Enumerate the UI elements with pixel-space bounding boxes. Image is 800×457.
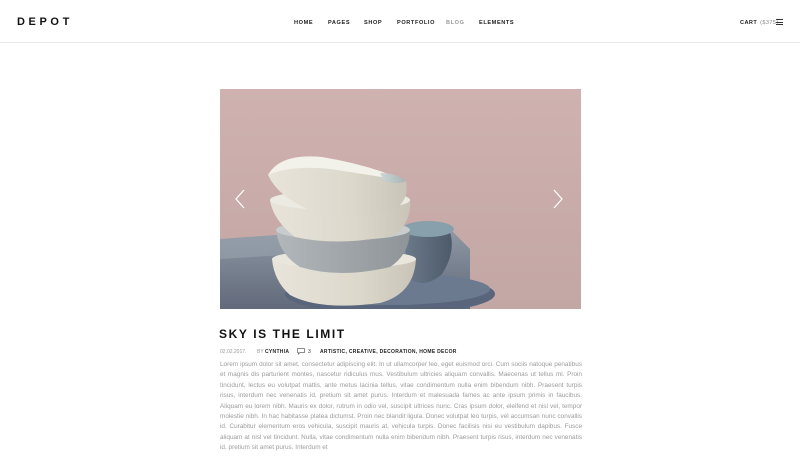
- tag-separator: ,: [376, 349, 378, 355]
- by-label: BY: [257, 349, 264, 355]
- nav-item-elements[interactable]: ELEMENTS: [479, 19, 514, 27]
- post-title[interactable]: SKY IS THE LIMIT: [219, 327, 346, 342]
- cart-link[interactable]: CART ($375): [740, 19, 779, 27]
- nav-item-pages[interactable]: PAGES: [328, 19, 350, 27]
- slider-next-button[interactable]: [551, 188, 565, 210]
- slider-prev-button[interactable]: [233, 188, 247, 210]
- hamburger-menu-icon[interactable]: [776, 19, 783, 25]
- tag-decoration[interactable]: DECORATION: [380, 349, 416, 355]
- nav-item-blog[interactable]: BLOG: [446, 19, 465, 27]
- post-excerpt: Lorem ipsum dolor sit amet, consectetur …: [220, 361, 582, 452]
- post-meta: 02.02.2017. BY CYNTHIA 3 ARTISTIC, CREAT…: [220, 348, 600, 357]
- tag-creative[interactable]: CREATIVE: [349, 349, 376, 355]
- post-image-slider: [220, 89, 581, 309]
- comment-count[interactable]: 3: [308, 349, 311, 356]
- nav-item-shop[interactable]: SHOP: [364, 19, 382, 27]
- tag-separator: ,: [345, 349, 348, 355]
- chevron-left-icon: [235, 189, 245, 209]
- chevron-right-icon: [553, 189, 563, 209]
- tag-home-decor[interactable]: HOME DECOR: [419, 349, 456, 355]
- main-nav: HOME PAGES SHOP PORTFOLIO BLOG ELEMENTS: [0, 19, 800, 29]
- post-tags: ARTISTIC, CREATIVE, DECORATION, HOME DEC…: [320, 349, 457, 356]
- post-author[interactable]: CYNTHIA: [265, 349, 289, 355]
- post-author-line: BY CYNTHIA: [257, 349, 289, 356]
- bowls-image: [220, 156, 495, 309]
- cart-label: CART: [740, 20, 758, 26]
- nav-item-portfolio[interactable]: PORTFOLIO: [397, 19, 435, 27]
- post-date: 02.02.2017.: [220, 349, 247, 355]
- speech-bubble-icon[interactable]: [297, 348, 305, 355]
- tag-separator: ,: [415, 349, 418, 355]
- tag-artistic[interactable]: ARTISTIC: [320, 349, 345, 355]
- nav-item-home[interactable]: HOME: [294, 19, 313, 27]
- site-header: DEPOT HOME PAGES SHOP PORTFOLIO BLOG ELE…: [0, 0, 800, 43]
